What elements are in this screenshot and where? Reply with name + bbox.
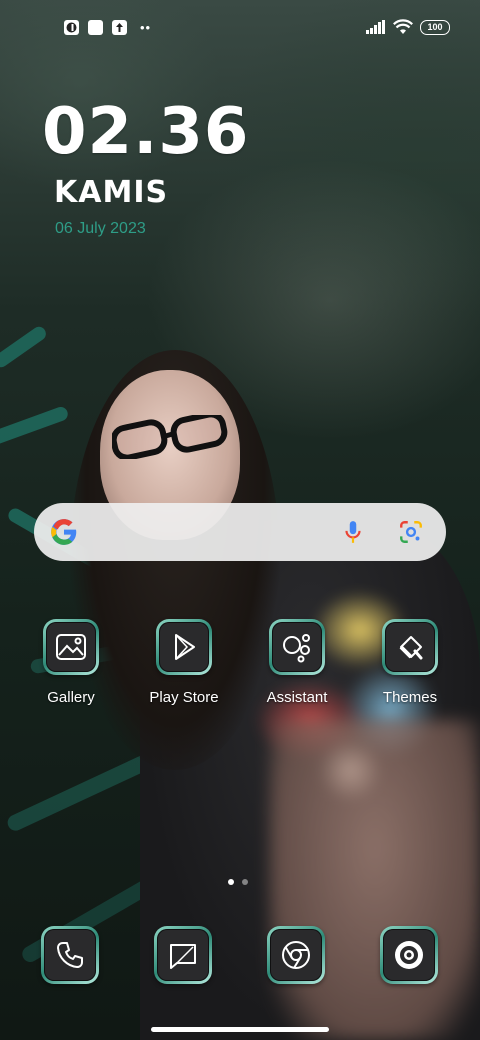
app-label: Gallery bbox=[47, 689, 95, 706]
clock-time[interactable]: 02.36 bbox=[42, 100, 249, 164]
dock-chrome[interactable] bbox=[241, 926, 351, 984]
wifi-icon bbox=[393, 19, 413, 34]
microphone-icon[interactable] bbox=[340, 519, 366, 545]
notification-icons: •• bbox=[64, 20, 151, 35]
app-themes[interactable]: Themes bbox=[355, 619, 465, 706]
google-lens-icon[interactable] bbox=[398, 519, 424, 545]
app-assistant[interactable]: Assistant bbox=[242, 619, 352, 706]
app-gallery[interactable]: Gallery bbox=[16, 619, 126, 706]
camera-icon bbox=[395, 941, 423, 969]
app-label: Play Store bbox=[149, 689, 219, 706]
battery-indicator: 100 bbox=[420, 19, 450, 35]
more-notifications-dots: •• bbox=[140, 20, 152, 35]
home-gesture-bar[interactable] bbox=[151, 1027, 329, 1032]
page-indicator bbox=[228, 879, 248, 885]
app-label: Assistant bbox=[266, 689, 328, 706]
phone-icon bbox=[57, 942, 83, 968]
app-play-store[interactable]: Play Store bbox=[129, 619, 239, 706]
signal-icon bbox=[366, 20, 385, 34]
chrome-icon bbox=[282, 941, 310, 969]
google-logo-icon bbox=[51, 519, 77, 545]
status-bar: •• 100 bbox=[0, 14, 480, 42]
dock-messages[interactable] bbox=[128, 926, 238, 984]
clock-day: KAMIS bbox=[54, 175, 169, 210]
upload-notification-icon bbox=[112, 20, 127, 35]
gallery-icon bbox=[56, 634, 86, 660]
notification-app-icon bbox=[64, 20, 79, 35]
dock-camera[interactable] bbox=[354, 926, 464, 984]
google-search-bar[interactable] bbox=[34, 503, 446, 561]
clock-date: 06 July 2023 bbox=[55, 220, 146, 237]
play-store-icon bbox=[175, 634, 195, 660]
page-dot bbox=[242, 879, 248, 885]
page-dot-active bbox=[228, 879, 234, 885]
square-notification-icon bbox=[88, 20, 103, 35]
messages-icon bbox=[170, 944, 196, 969]
assistant-icon bbox=[283, 634, 310, 663]
app-label: Themes bbox=[382, 689, 438, 706]
dock-phone[interactable] bbox=[15, 926, 125, 984]
themes-icon bbox=[399, 636, 423, 660]
